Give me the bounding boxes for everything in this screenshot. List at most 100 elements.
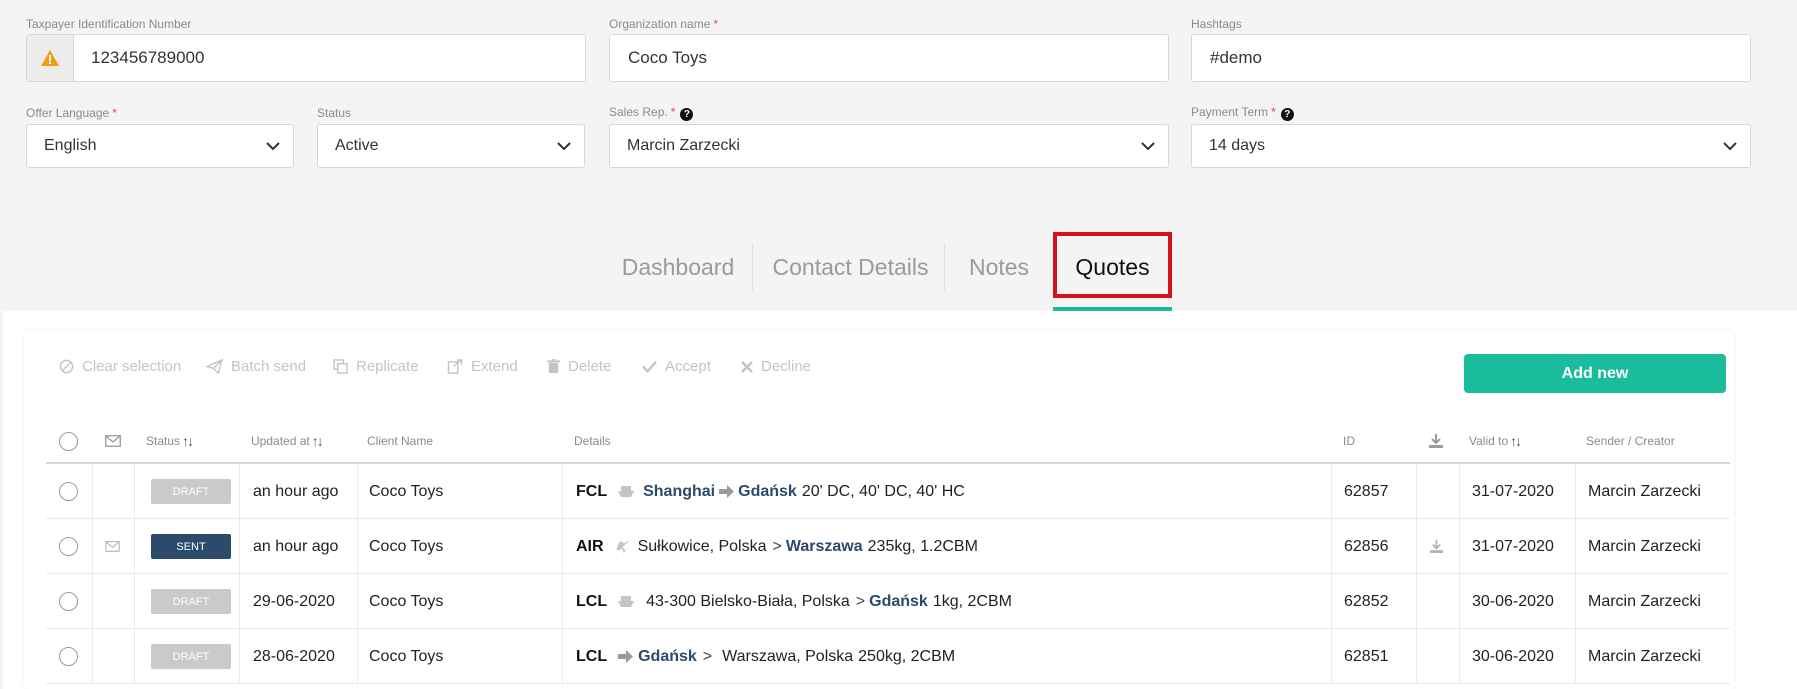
client-name: Coco Toys — [369, 647, 444, 665]
quote-id: 62852 — [1344, 592, 1389, 610]
sort-icon: ↑↓ — [182, 433, 194, 449]
clear-selection-button[interactable]: Clear selection — [59, 358, 181, 375]
tab-dashboard[interactable]: Dashboard — [618, 242, 738, 292]
decline-button[interactable]: Decline — [741, 358, 811, 375]
tab-divider — [752, 244, 753, 290]
add-new-button[interactable]: Add new — [1464, 354, 1726, 393]
delete-button[interactable]: Delete — [547, 358, 611, 375]
chevron-down-icon — [557, 142, 571, 151]
row-checkbox[interactable] — [59, 464, 78, 519]
status-badge: DRAFT — [151, 589, 231, 614]
tax-id-label: Taxpayer Identification Number — [26, 17, 192, 31]
tab-bar: Dashboard Contact Details Notes Quotes — [0, 230, 1797, 313]
arrow-right-icon — [719, 485, 735, 498]
quote-id: 62857 — [1344, 482, 1389, 500]
header-updated-at[interactable]: Updated at ↑↓ — [251, 418, 324, 464]
chevron-down-icon — [1141, 142, 1155, 151]
extend-button[interactable]: Extend — [447, 358, 518, 375]
sort-icon: ↑↓ — [311, 433, 324, 449]
header-status[interactable]: Status ↑↓ — [146, 418, 194, 464]
tab-contact-details[interactable]: Contact Details — [772, 242, 929, 292]
tax-id-field[interactable]: 123456789000 — [26, 34, 586, 82]
client-name: Coco Toys — [369, 537, 444, 555]
updated-at: 28-06-2020 — [253, 647, 335, 665]
download-icon — [1429, 418, 1443, 464]
hashtags-field[interactable]: #demo — [1191, 34, 1751, 82]
updated-at: an hour ago — [253, 537, 339, 555]
offer-language-label: Offer Language * — [26, 106, 117, 120]
status-badge: DRAFT — [151, 479, 231, 504]
replicate-button[interactable]: Replicate — [333, 358, 419, 375]
status-select[interactable]: Active — [317, 124, 585, 168]
chevron-down-icon — [1723, 142, 1737, 151]
valid-to: 31-07-2020 — [1472, 537, 1554, 555]
envelope-icon — [105, 418, 121, 464]
row-checkbox[interactable] — [59, 629, 78, 684]
payment-term-select[interactable]: 14 days — [1191, 124, 1751, 168]
quotes-table: Status ↑↓ Updated at ↑↓ Client Name Detail… — [46, 418, 1730, 684]
header-id: ID — [1343, 434, 1355, 448]
table-header: Status ↑↓ Updated at ↑↓ Client Name Detail… — [46, 418, 1730, 464]
arrow-right-icon — [618, 650, 634, 663]
row-checkbox[interactable] — [59, 519, 78, 574]
accept-button[interactable]: Accept — [642, 358, 711, 375]
quote-details[interactable]: LCL Gdańsk > Warszawa, Polska 250kg, 2CB… — [576, 629, 955, 684]
close-icon — [741, 360, 753, 373]
batch-send-button[interactable]: Batch send — [206, 358, 306, 375]
table-row[interactable]: DRAFT 29-06-2020 Coco Toys LCL 43-300 Bi… — [46, 574, 1730, 629]
copy-icon — [333, 359, 348, 374]
help-icon[interactable]: ? — [680, 108, 694, 121]
header-sender: Sender / Creator — [1586, 434, 1675, 448]
sender: Marcin Zarzecki — [1588, 482, 1701, 500]
updated-at: 29-06-2020 — [253, 592, 335, 610]
offer-language-select[interactable]: English — [26, 124, 294, 168]
header-valid-to[interactable]: Valid to ↑↓ — [1469, 418, 1522, 464]
status-badge: SENT — [151, 534, 231, 559]
extend-icon — [447, 359, 463, 374]
envelope-icon — [105, 519, 120, 574]
header-details: Details — [574, 434, 611, 448]
sort-icon: ↑↓ — [1510, 433, 1522, 449]
check-icon — [642, 361, 657, 373]
client-name: Coco Toys — [369, 482, 444, 500]
row-checkbox[interactable] — [59, 574, 78, 629]
valid-to: 31-07-2020 — [1472, 482, 1554, 500]
sales-rep-label: Sales Rep. *? — [609, 105, 694, 121]
quote-id: 62851 — [1344, 647, 1389, 665]
payment-term-label: Payment Term *? — [1191, 105, 1294, 121]
updated-at: an hour ago — [253, 482, 339, 500]
client-name: Coco Toys — [369, 592, 444, 610]
status-label: Status — [317, 106, 352, 120]
table-row[interactable]: SENT an hour ago Coco Toys AIR Sułkowice… — [46, 519, 1730, 574]
download-icon[interactable] — [1430, 519, 1443, 574]
quote-id: 62856 — [1344, 537, 1389, 555]
org-name-field[interactable]: Coco Toys — [609, 34, 1169, 82]
ban-icon — [59, 359, 74, 374]
quote-details[interactable]: LCL 43-300 Bielsko-Biała, Polska > Gdańs… — [576, 574, 1012, 629]
ship-icon — [618, 486, 635, 497]
status-badge: DRAFT — [151, 644, 231, 669]
help-icon[interactable]: ? — [1280, 108, 1294, 121]
tab-notes[interactable]: Notes — [962, 242, 1036, 292]
tab-quotes[interactable]: Quotes — [1057, 242, 1168, 292]
ship-icon — [618, 596, 635, 607]
trash-icon — [547, 359, 560, 373]
paper-plane-icon — [206, 359, 223, 374]
sender: Marcin Zarzecki — [1588, 647, 1701, 665]
sales-rep-select[interactable]: Marcin Zarzecki — [609, 124, 1169, 168]
valid-to: 30-06-2020 — [1472, 647, 1554, 665]
select-all-checkbox[interactable] — [59, 418, 78, 464]
org-name-value: Coco Toys — [628, 48, 708, 67]
valid-to: 30-06-2020 — [1472, 592, 1554, 610]
quote-details[interactable]: AIR Sułkowice, Polska > Warszawa 235kg, … — [576, 519, 978, 574]
warning-icon — [27, 35, 74, 81]
org-name-label: Organization name * — [609, 17, 719, 31]
plane-icon — [615, 540, 628, 553]
quote-details[interactable]: FCL Shanghai Gdańsk 20' DC, 40' DC, 40' … — [576, 464, 965, 519]
table-row[interactable]: DRAFT 28-06-2020 Coco Toys LCL Gdańsk > … — [46, 629, 1730, 684]
payment-term-value: 14 days — [1209, 137, 1266, 154]
table-row[interactable]: DRAFT an hour ago Coco Toys FCL Shanghai… — [46, 464, 1730, 519]
sender: Marcin Zarzecki — [1588, 537, 1701, 555]
status-value: Active — [335, 137, 379, 154]
header-client-name: Client Name — [367, 434, 434, 448]
